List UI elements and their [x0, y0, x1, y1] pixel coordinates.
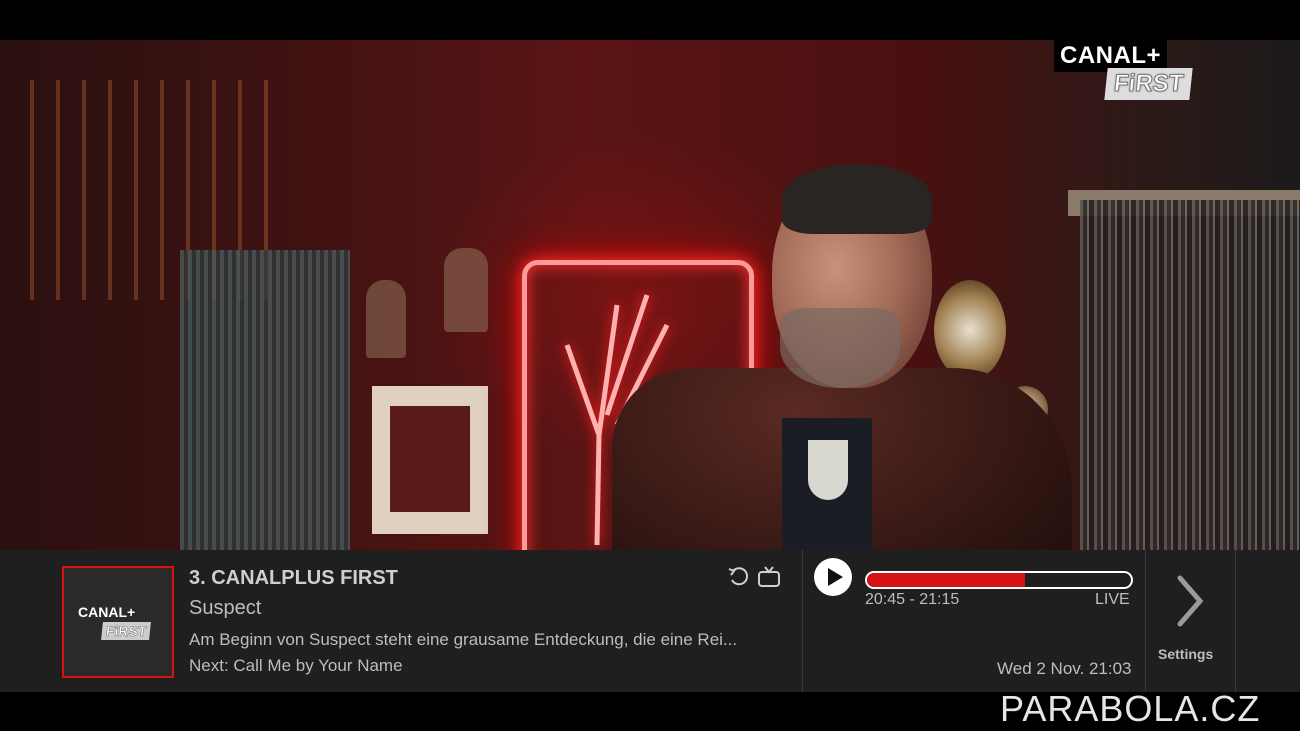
thumbnail-canal-text: CANAL+: [78, 604, 136, 620]
tv-icon[interactable]: [756, 564, 782, 590]
channel-name: 3. CANALPLUS FIRST: [189, 567, 398, 589]
actor: [612, 164, 1072, 550]
watermark: PARABOLA.CZ: [1000, 688, 1261, 729]
progress-bar[interactable]: [865, 571, 1133, 589]
divider: [802, 550, 803, 692]
wall-plaque: [366, 280, 406, 358]
replay-icon[interactable]: [726, 564, 752, 590]
program-title: Suspect: [189, 597, 262, 619]
video-frame: [0, 40, 1300, 550]
background-curtain-left: [180, 250, 350, 550]
channel-logo: CANAL+ FiRST: [1054, 40, 1200, 106]
channel-thumbnail[interactable]: CANAL+ FiRST: [62, 566, 174, 678]
time-range: 20:45 - 21:15: [865, 591, 960, 608]
sequin-curtain: [1080, 200, 1300, 550]
program-description: Am Beginn von Suspect steht eine grausam…: [189, 630, 738, 649]
wall-picture: [372, 386, 488, 534]
clock: Wed 2 Nov. 21:03: [997, 659, 1132, 678]
play-button[interactable]: [814, 558, 852, 596]
info-bar: CANAL+ FiRST 3. CANALPLUS FIRST Suspect …: [0, 550, 1300, 692]
divider: [1235, 550, 1236, 692]
settings-label: Settings: [1158, 646, 1214, 662]
wall-plaque: [444, 248, 488, 332]
progress-fill: [867, 573, 1026, 587]
thumbnail-first-text: FiRST: [101, 622, 152, 640]
logo-first-text: FiRST: [1104, 68, 1194, 100]
settings-button[interactable]: Settings: [1146, 550, 1235, 692]
chevron-right-icon: [1177, 575, 1204, 627]
next-program: Next: Call Me by Your Name: [189, 656, 403, 675]
live-label[interactable]: LIVE: [1095, 591, 1130, 609]
